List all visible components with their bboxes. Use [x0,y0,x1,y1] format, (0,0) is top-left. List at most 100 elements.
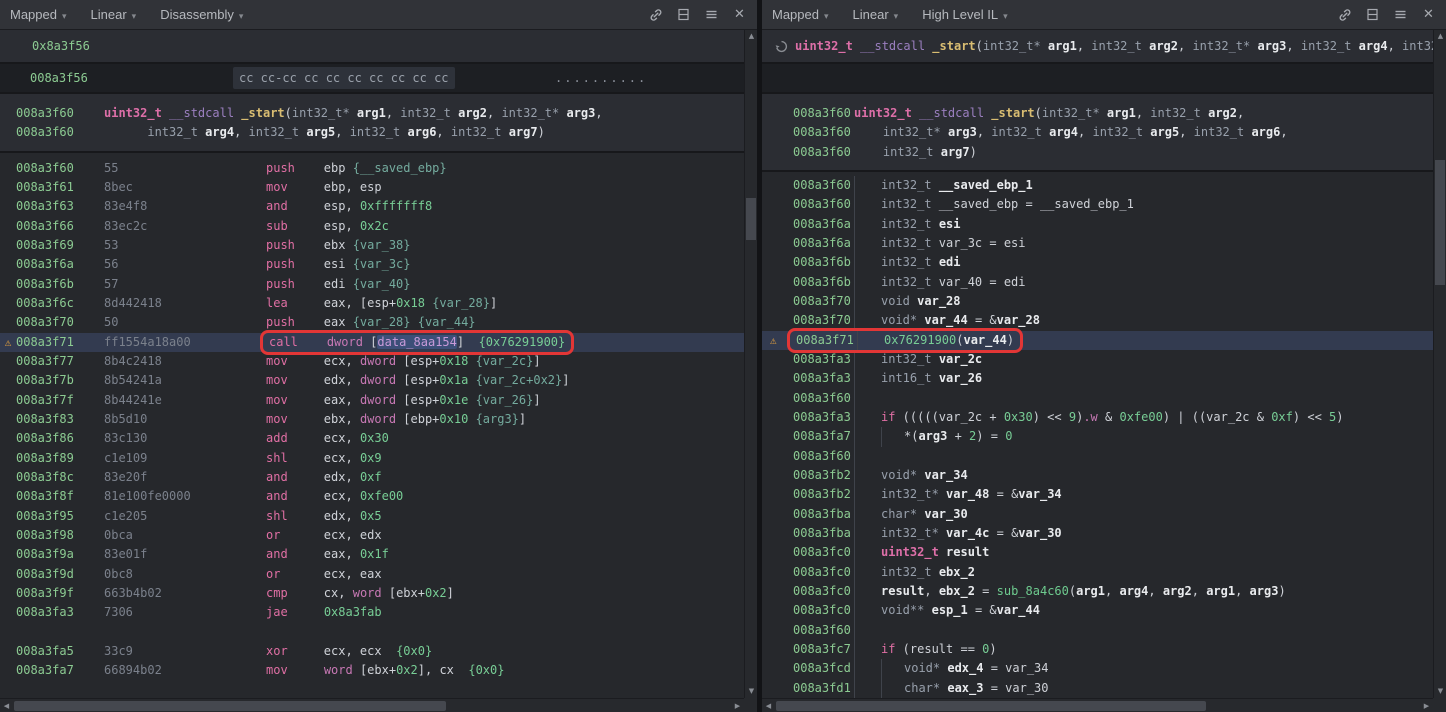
hlil-row[interactable]: 008a3fc0result, ebx_2 = sub_8a4c60(arg1,… [762,582,1433,601]
hlil-row[interactable]: 008a3fcdvoid* edx_4 = var_34 [762,659,1433,678]
hlil-row[interactable]: 008a3fc0uint32_t result [762,543,1433,562]
hlil-row[interactable]: 008a3fa3if (((((var_2c + 0x30) << 9).w &… [762,408,1433,427]
hlil-row[interactable]: 008a3f60 [762,621,1433,640]
asm-row[interactable]: 008a3f980bcaor ecx, edx [0,526,744,545]
vertical-scrollbar[interactable] [1433,30,1446,698]
asm-row[interactable]: 008a3f8f81e100fe0000and ecx, 0xfe00 [0,487,744,506]
close-icon[interactable]: ✕ [732,7,747,22]
hlil-row[interactable]: 008a3fa7*(arg3 + 2) = 0 [762,427,1433,446]
token: int32_t [1402,39,1433,53]
signature-text: uint32_t __stdcall _start(int32_t* arg1,… [854,106,1244,120]
hlil-row[interactable]: ⚠008a3f710x76291900(var_44) [762,331,1433,350]
asm-row[interactable]: 008a3f6683ec2csub esp, 0x2c [0,217,744,236]
hlil-row[interactable]: 008a3f60int32_t __saved_ebp_1 [762,176,1433,195]
link-icon[interactable] [648,7,663,22]
hlil-row[interactable]: 008a3fbachar* var_30 [762,505,1433,524]
address: 008a3f8c [16,468,104,487]
asm-row[interactable]: 008a3f6055push ebp {__saved_ebp} [0,159,744,178]
hlil-row[interactable]: 008a3f60 [762,389,1433,408]
hlil-row[interactable]: 008a3f60int32_t __saved_ebp = __saved_eb… [762,195,1433,214]
menu-icon[interactable] [1393,7,1408,22]
view-menu-hlil[interactable]: High Level IL [922,7,1007,22]
asm-row[interactable] [0,623,744,642]
asm-row[interactable]: 008a3f9a83e01fand eax, 0x1f [0,545,744,564]
asm-row[interactable]: 008a3f9d0bc8or ecx, eax [0,565,744,584]
hlil-row[interactable]: 008a3fbaint32_t* var_4c = &var_30 [762,524,1433,543]
asm-row[interactable]: 008a3f6c8d442418lea eax, [esp+0x18 {var_… [0,294,744,313]
hlil-row[interactable]: 008a3fa3int16_t var_26 [762,369,1433,388]
scrollbar-thumb[interactable] [746,198,756,240]
scroll-down-arrow[interactable] [745,685,757,698]
asm-row[interactable]: 008a3f7f8b44241emov eax, dword [esp+0x1e… [0,391,744,410]
hlil-row[interactable]: 008a3fb2int32_t* var_48 = &var_34 [762,485,1433,504]
asm-row[interactable]: 008a3f6b57push edi {var_40} [0,275,744,294]
scroll-left-arrow[interactable] [762,699,775,712]
hlil-row[interactable]: 008a3f6aint32_t var_3c = esi [762,234,1433,253]
asm-signature-row[interactable]: 008a3f60uint32_t __stdcall _start(int32_… [0,104,744,123]
hlil-row[interactable]: 008a3f60 [762,447,1433,466]
view-menu-linear[interactable]: Linear [853,7,899,22]
vertical-scrollbar[interactable] [744,30,757,698]
asm-row[interactable]: 008a3fa37306jae 0x8a3fab [0,603,744,622]
asm-row[interactable]: 008a3f95c1e205shl edx, 0x5 [0,507,744,526]
token: var_4c [946,526,989,540]
asm-row[interactable]: 008a3f8c83e20fand edx, 0xf [0,468,744,487]
view-menu-disassembly[interactable]: Disassembly [160,7,243,22]
asm-row[interactable]: 008a3fa766894b02mov word [ebx+0x2], cx {… [0,661,744,680]
scroll-up-arrow[interactable] [1434,30,1446,43]
hlil-row[interactable]: 008a3f70void var_28 [762,292,1433,311]
hex-bytes[interactable]: cc cc-cc cc cc cc cc cc cc cc [233,67,455,89]
scrollbar-thumb[interactable] [776,701,1206,711]
address: 008a3f61 [16,178,104,197]
asm-signature-row[interactable]: 008a3f60 int32_t arg4, int32_t arg5, int… [0,123,744,142]
scroll-up-arrow[interactable] [745,30,757,43]
hlil-signature-row[interactable]: 008a3f60 int32_t arg7) [762,143,1433,162]
hlil-row[interactable]: 008a3fc7if (result == 0) [762,640,1433,659]
view-menu-mapped[interactable]: Mapped [772,7,829,22]
hlil-signature-row[interactable]: 008a3f60 int32_t* arg3, int32_t arg4, in… [762,123,1433,142]
scrollbar-thumb[interactable] [1435,160,1445,285]
asm-row[interactable]: 008a3fa533c9xor ecx, ecx {0x0} [0,642,744,661]
asm-row[interactable]: 008a3f6383e4f8and esp, 0xfffffff8 [0,197,744,216]
asm-row[interactable]: 008a3f7b8b54241amov edx, dword [esp+0x1a… [0,371,744,390]
asm-row[interactable]: 008a3f618becmov ebp, esp [0,178,744,197]
hlil-row[interactable]: 008a3f6aint32_t esi [762,215,1433,234]
asm-row[interactable]: 008a3f8683c130add ecx, 0x30 [0,429,744,448]
hlil-signature-row[interactable]: 008a3f60uint32_t __stdcall _start(int32_… [762,104,1433,123]
asm-row[interactable]: ⚠008a3f71ff1554a18a00call dword [data_8a… [0,333,744,352]
close-icon[interactable]: ✕ [1421,7,1436,22]
split-pane-icon[interactable] [1365,7,1380,22]
asm-row[interactable]: 008a3f89c1e109shl ecx, 0x9 [0,449,744,468]
scroll-right-arrow[interactable] [1420,699,1433,712]
address: 008a3fc0 [793,601,854,620]
context-address-row[interactable]: 0x8a3f56 [0,30,744,64]
signature-text: uint32_t __stdcall _start(int32_t* arg1,… [795,30,1433,62]
hlil-row[interactable]: 008a3f6bint32_t edi [762,253,1433,272]
token: 0xfe00 [360,489,403,503]
token [932,217,939,231]
hlil-row[interactable]: 008a3fc0int32_t ebx_2 [762,563,1433,582]
asm-row[interactable]: 008a3f838b5d10mov ebx, dword [ebp+0x10 {… [0,410,744,429]
link-icon[interactable] [1337,7,1352,22]
hlil-row[interactable]: 008a3fd1char* eax_3 = var_30 [762,679,1433,698]
hlil-row[interactable]: 008a3f6bint32_t var_40 = edi [762,273,1433,292]
token: 0x30 [1004,410,1033,424]
scroll-down-arrow[interactable] [1434,685,1446,698]
hexdump-row[interactable]: 008a3f56 cc cc-cc cc cc cc cc cc cc cc .… [0,64,744,94]
view-menu-mapped[interactable]: Mapped [10,7,67,22]
menu-icon[interactable] [704,7,719,22]
asm-row[interactable]: 008a3f6a56push esi {var_3c} [0,255,744,274]
hlil-row[interactable]: 008a3fb2void* var_34 [762,466,1433,485]
split-pane-icon[interactable] [676,7,691,22]
asm-row[interactable]: 008a3f9f663b4b02cmp cx, word [ebx+0x2] [0,584,744,603]
scroll-right-arrow[interactable] [731,699,744,712]
hlil-row[interactable]: 008a3fc0void** esp_1 = &var_44 [762,601,1433,620]
scrollbar-thumb[interactable] [14,701,446,711]
scroll-left-arrow[interactable] [0,699,13,712]
horizontal-scrollbar[interactable] [0,698,744,712]
asm-row[interactable]: 008a3f6953push ebx {var_38} [0,236,744,255]
sticky-function-signature[interactable]: uint32_t __stdcall _start(int32_t* arg1,… [762,30,1433,64]
view-menu-linear[interactable]: Linear [91,7,137,22]
reanalyze-icon[interactable] [775,40,795,53]
horizontal-scrollbar[interactable] [762,698,1433,712]
